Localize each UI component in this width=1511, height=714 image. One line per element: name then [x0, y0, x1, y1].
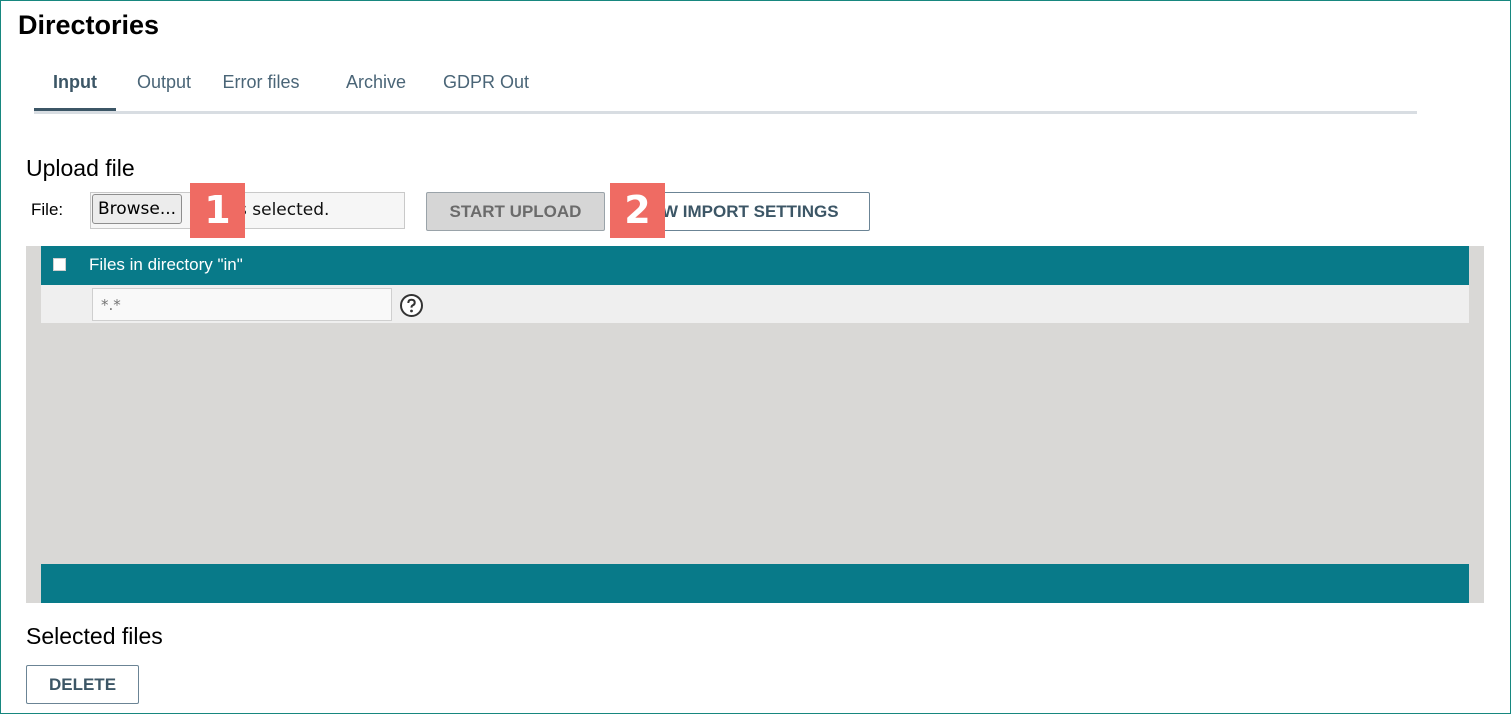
grid-header: [41, 246, 1469, 285]
file-label: File:: [31, 200, 64, 219]
directory-tabs: Input Output Error files Archive GDPR Ou…: [34, 60, 1417, 114]
tab-output[interactable]: Output: [124, 60, 204, 108]
tab-error-files[interactable]: Error files: [219, 60, 303, 108]
grid-footer: [41, 564, 1469, 603]
browse-button[interactable]: Browse...: [92, 194, 182, 224]
delete-button[interactable]: DELETE: [26, 665, 139, 704]
grid-title: Files in directory "in": [89, 255, 243, 274]
page-title: Directories: [18, 10, 160, 40]
selected-files-heading: Selected files: [26, 623, 163, 649]
file-status-text: s selected.: [238, 200, 330, 220]
tab-input[interactable]: Input: [34, 60, 116, 111]
question-circle-icon[interactable]: [399, 293, 424, 318]
select-all-checkbox[interactable]: [53, 258, 66, 271]
start-upload-button[interactable]: START UPLOAD: [426, 192, 605, 231]
upload-file-heading: Upload file: [26, 155, 135, 181]
step-badge-2: 2: [610, 183, 665, 238]
tab-archive[interactable]: Archive: [334, 60, 418, 108]
step-badge-1: 1: [190, 183, 245, 238]
filter-input[interactable]: [92, 288, 392, 321]
tab-gdpr-out[interactable]: GDPR Out: [434, 60, 538, 108]
